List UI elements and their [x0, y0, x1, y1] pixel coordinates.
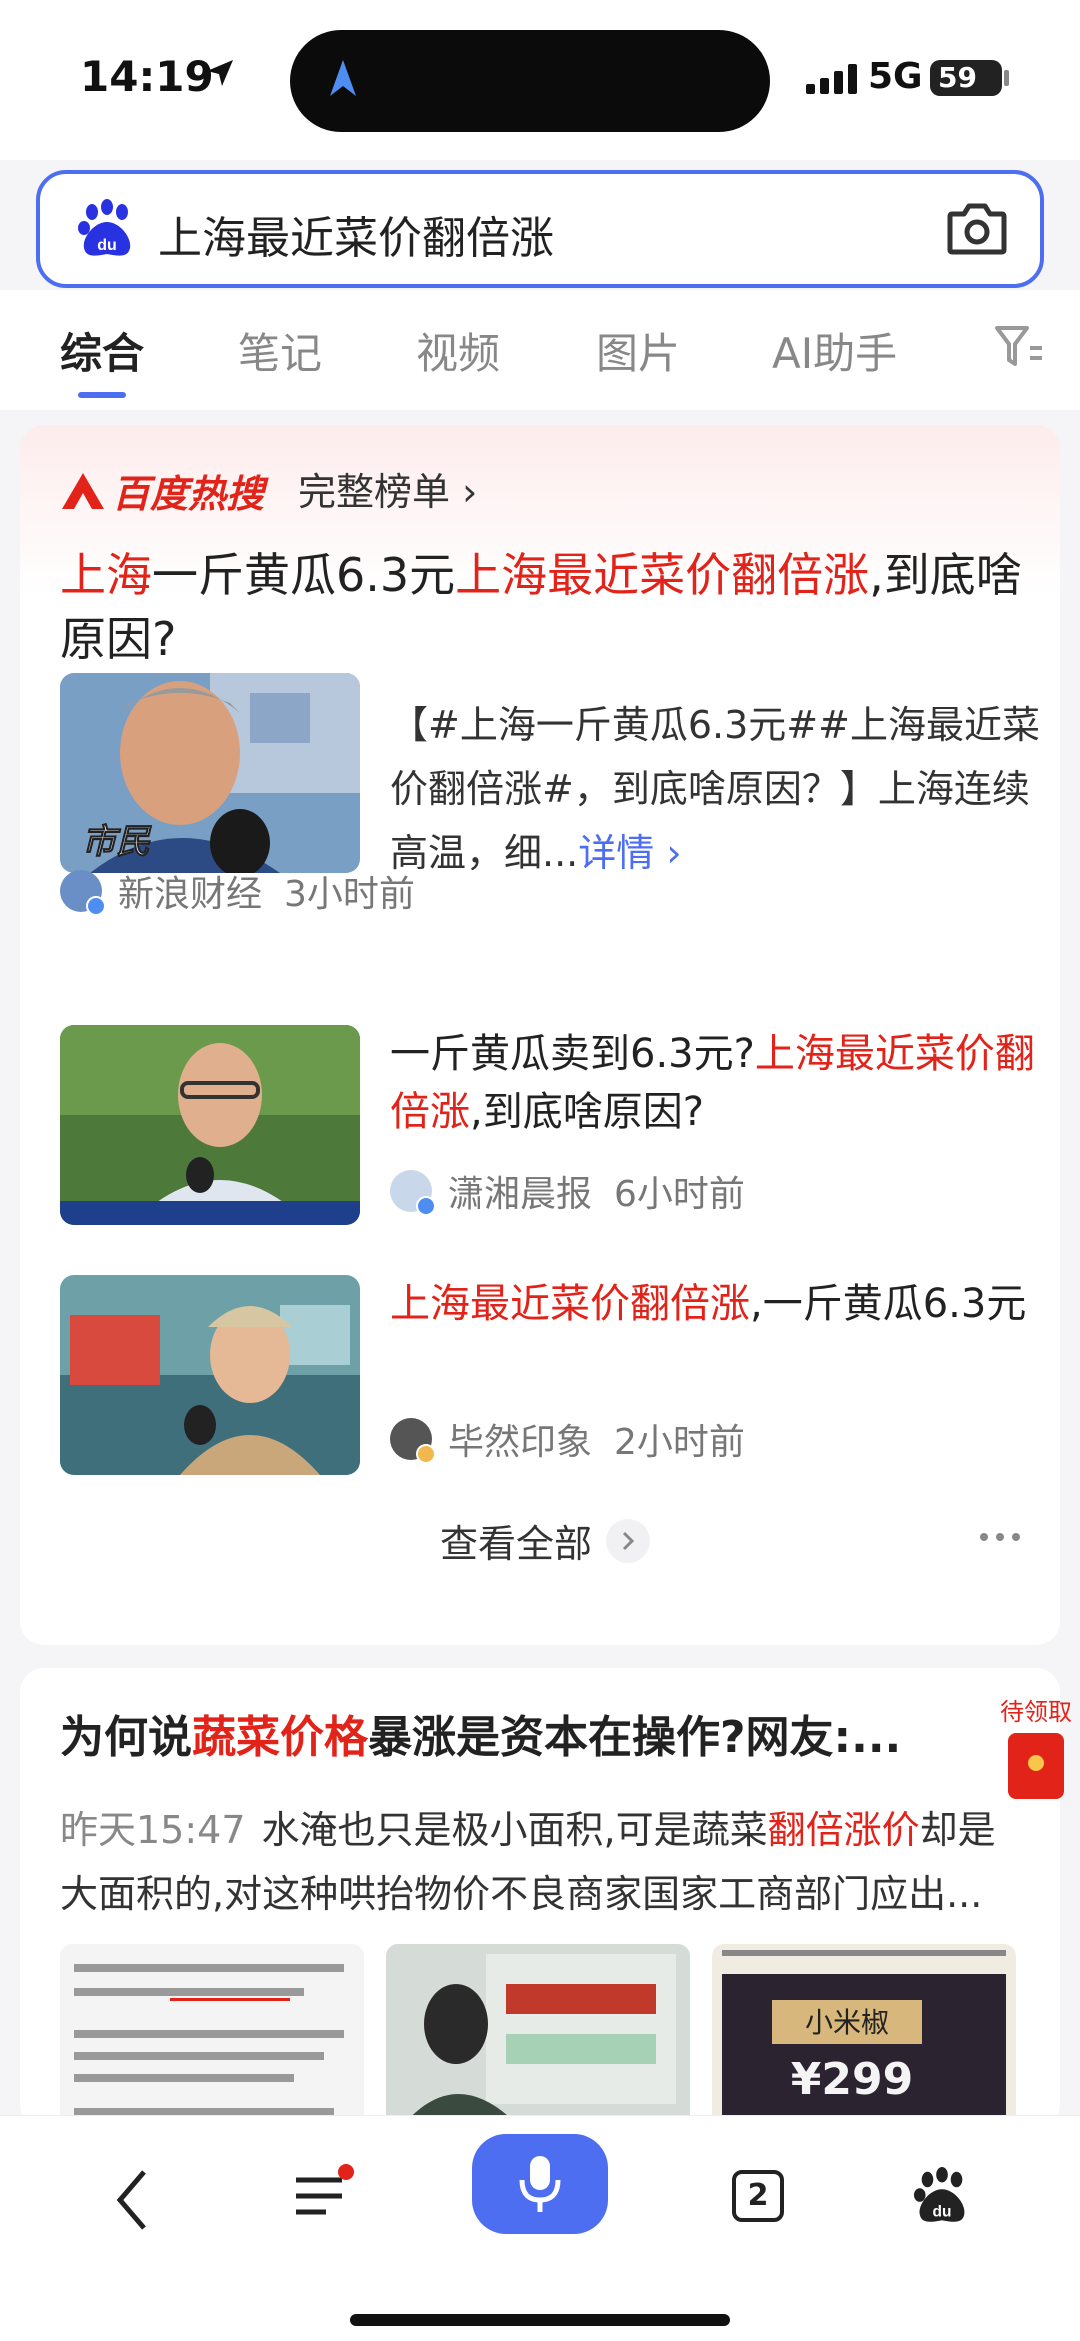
status-bar: 14:19 5G 59	[0, 0, 1080, 160]
verified-badge-icon	[416, 1444, 436, 1464]
svg-text:du: du	[97, 237, 117, 254]
tabs-button[interactable]: 2	[732, 2170, 784, 2222]
news-source-row-1: 潇湘晨报 6小时前	[390, 1165, 745, 1217]
baidu-home-button[interactable]: du	[912, 2166, 972, 2226]
title-part: ,到底啥原因?	[470, 1089, 704, 1135]
news-title-2[interactable]: 上海最近菜价翻倍涨,一斤黄瓜6.3元	[390, 1275, 1040, 1333]
tab-ai-assistant[interactable]: AI助手	[772, 320, 897, 381]
price-tag-label: 小米椒	[805, 2006, 889, 2039]
title-part: 一斤黄瓜卖到6.3元?	[390, 1031, 755, 1077]
source-time: 2小时前	[614, 1422, 745, 1463]
baidu-paw-icon: du	[913, 2166, 965, 2222]
title-part: 为何说	[60, 1712, 192, 1763]
news-thumbnail-1[interactable]	[60, 1025, 360, 1225]
headline-part: 上海	[60, 548, 152, 602]
more-options-icon[interactable]	[980, 1533, 1020, 1541]
battery-icon: 59	[930, 60, 1002, 96]
baidu-paw-icon: du	[78, 199, 131, 256]
biran-avatar	[390, 1418, 436, 1464]
chevron-right-icon	[606, 1518, 651, 1563]
tab-images[interactable]: 图片	[596, 320, 680, 381]
tab-count: 2	[732, 2170, 784, 2222]
bottom-toolbar: 2 du	[0, 2115, 1080, 2341]
hot-search-brand: 百度热搜	[112, 472, 265, 516]
search-box[interactable]: du 上海最近菜价翻倍涨	[36, 170, 1044, 288]
chevron-left-icon	[116, 2170, 146, 2230]
view-all-label: 查看全部	[440, 1522, 593, 1566]
navigation-app-icon	[330, 60, 356, 96]
source-name: 潇湘晨报	[448, 1174, 593, 1215]
headline-part: 一斤黄瓜6.3元	[152, 548, 456, 602]
article-image-1[interactable]	[60, 1944, 364, 2128]
article-time: 昨天15:47	[60, 1808, 246, 1852]
view-all-button[interactable]: 查看全部	[440, 1513, 651, 1568]
title-part: 暴涨是资本在操作?网友:...	[368, 1712, 902, 1763]
news-title-1[interactable]: 一斤黄瓜卖到6.3元?上海最近菜价翻倍涨,到底啥原因?	[390, 1025, 1040, 1141]
full-list-link[interactable]: 完整榜单 ›	[298, 461, 477, 516]
article-title[interactable]: 为何说蔬菜价格暴涨是资本在操作?网友:...	[60, 1708, 1020, 1768]
location-arrow-icon	[207, 60, 233, 86]
battery-cap	[1004, 70, 1009, 86]
article-image-2[interactable]	[386, 1944, 690, 2128]
hot-search-card: 百度热搜 完整榜单 › 上海一斤黄瓜6.3元上海最近菜价翻倍涨,到底啥原因? 市…	[20, 425, 1060, 1645]
active-tab-indicator	[78, 392, 126, 398]
title-part: 蔬菜价格	[192, 1712, 368, 1763]
tab-notes[interactable]: 笔记	[238, 320, 322, 381]
menu-button[interactable]	[292, 2164, 354, 2220]
snippet-part: 翻倍涨价	[767, 1808, 920, 1852]
tab-videos[interactable]: 视频	[416, 320, 500, 381]
tab-all[interactable]: 综合	[60, 320, 144, 381]
svg-text:du: du	[933, 2203, 952, 2220]
back-button[interactable]	[112, 2168, 152, 2232]
dynamic-island	[290, 30, 770, 132]
status-time: 14:19	[80, 52, 214, 101]
filter-icon[interactable]	[994, 324, 1044, 370]
title-part: ,一斤黄瓜6.3元	[750, 1281, 1027, 1327]
home-indicator	[350, 2314, 730, 2326]
unused	[60, 707, 360, 907]
microphone-icon	[519, 2156, 561, 2212]
voice-search-button[interactable]	[472, 2134, 608, 2234]
article-image-3[interactable]: 小米椒 ¥299	[712, 1944, 1016, 2128]
red-packet-float[interactable]: 待领取	[1000, 1692, 1072, 1799]
article-snippet: 昨天15:47 水淹也只是极小面积,可是蔬菜翻倍涨价却是大面积的,对这种哄抬物价不…	[60, 1798, 1030, 1926]
source-time: 6小时前	[614, 1174, 745, 1215]
price-tag-value: ¥299	[791, 2054, 913, 2105]
red-envelope-icon	[1008, 1733, 1064, 1799]
network-type: 5G	[868, 56, 923, 97]
article-card[interactable]: 为何说蔬菜价格暴涨是资本在操作?网友:... 昨天15:47 水淹也只是极小面积,…	[20, 1668, 1060, 2128]
headline-part: 上海最近菜价翻倍涨	[455, 548, 870, 602]
snippet-part: 水淹也只是极小面积,可是蔬菜	[261, 1808, 768, 1852]
search-input[interactable]: 上海最近菜价翻倍涨	[158, 202, 554, 266]
details-link[interactable]: 详情 ›	[578, 831, 681, 875]
verified-badge-icon	[416, 1196, 436, 1216]
result-tabs: 综合 笔记 视频 图片 AI助手	[0, 290, 1080, 410]
menu-icon	[296, 2177, 342, 2215]
news-source-row-2: 毕然印象 2小时前	[390, 1413, 745, 1465]
signal-strength-icon	[806, 64, 857, 94]
hot-description[interactable]: 【#上海一斤黄瓜6.3元##上海最近菜价翻倍涨#，到底啥原因？】上海连续高温，细…	[390, 693, 1040, 885]
camera-icon[interactable]	[946, 198, 1008, 258]
title-part: 上海最近菜价翻倍涨	[390, 1281, 750, 1327]
notification-dot	[338, 2164, 354, 2180]
source-name: 毕然印象	[448, 1422, 593, 1463]
baidu-hot-logo[interactable]: 百度热搜	[60, 463, 264, 518]
hot-flame-icon	[62, 472, 104, 509]
battery-level: 59	[938, 61, 977, 94]
hot-headline[interactable]: 上海一斤黄瓜6.3元上海最近菜价翻倍涨,到底啥原因?	[60, 543, 1030, 671]
xiaoxiang-avatar	[390, 1170, 436, 1216]
news-thumbnail-2[interactable]	[60, 1275, 360, 1475]
hot-description-text: 【#上海一斤黄瓜6.3元##上海最近菜价翻倍涨#，到底啥原因？】上海连续高温，细…	[390, 703, 1040, 875]
red-packet-label: 待领取	[1000, 1698, 1072, 1726]
